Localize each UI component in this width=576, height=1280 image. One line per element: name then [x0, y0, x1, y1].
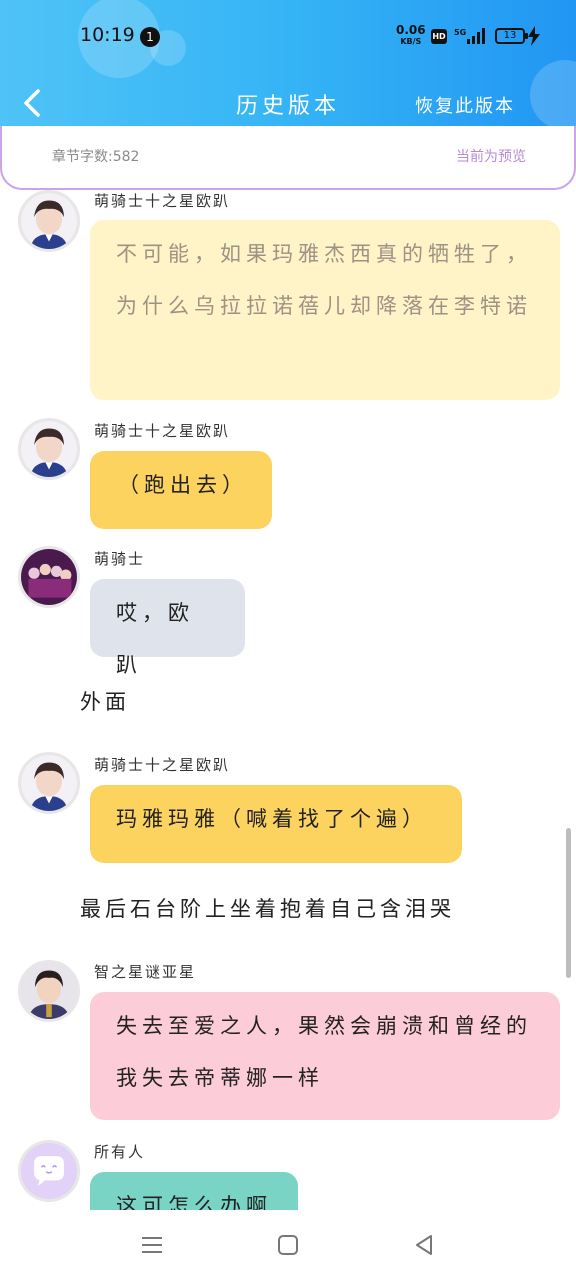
message-bubble[interactable]: 不可能，如果玛雅杰西真的牺牲了，为什么乌拉拉诺蓓儿却降落在李特诺 [90, 220, 560, 400]
app-header: 10:19 1 0.06 KB/S HD 5G 13 历史版本 恢复此版本 [0, 0, 576, 134]
hd-icon: HD [431, 29, 447, 44]
back-triangle-icon[interactable] [409, 1230, 439, 1260]
system-nav-bar [0, 1210, 576, 1280]
network-speed-unit: KB/S [400, 37, 422, 46]
sender-name: 萌骑士十之星欧趴 [94, 422, 231, 440]
avatar[interactable] [18, 1140, 80, 1202]
network-speed: 0.06 KB/S [396, 23, 426, 47]
preview-label: 当前为预览 [456, 149, 526, 165]
charging-icon [528, 26, 540, 46]
sender-name: 萌骑士 [94, 550, 146, 568]
status-time: 10:19 [80, 24, 135, 46]
narration-text: 最后石台阶上坐着抱着自己含泪哭 [80, 897, 455, 921]
message-bubble[interactable]: 玛雅玛雅（喊着找了个遍） [90, 785, 462, 863]
battery-icon: 13 [495, 28, 528, 44]
chat-list[interactable]: 萌骑士十之星欧趴 不可能，如果玛雅杰西真的牺牲了，为什么乌拉拉诺蓓儿却降落在李特… [0, 190, 576, 1210]
character-portrait-icon [21, 193, 77, 249]
avatar[interactable] [18, 546, 80, 608]
signal-label: 5G [454, 28, 466, 37]
narration-text: 外面 [80, 690, 130, 714]
avatar[interactable] [18, 418, 80, 480]
chat-bubble-icon [21, 1143, 77, 1199]
home-icon[interactable] [273, 1230, 303, 1260]
avatar[interactable] [18, 190, 80, 252]
word-count: 章节字数:582 [52, 149, 140, 165]
message-bubble[interactable]: 这可怎么办啊 [90, 1172, 298, 1210]
message-bubble[interactable]: 哎，欧趴 [90, 579, 245, 677]
page-title: 历史版本 [236, 94, 341, 119]
message-bubble[interactable]: （跑出去） [90, 451, 272, 529]
avatar[interactable] [18, 960, 80, 1022]
back-icon[interactable] [18, 86, 48, 120]
group-photo-icon [21, 549, 77, 605]
restore-version-button[interactable]: 恢复此版本 [415, 92, 515, 118]
menu-icon[interactable] [137, 1230, 167, 1260]
message-bubble[interactable]: 失去至爱之人，果然会崩溃和曾经的我失去帝蒂娜一样 [90, 992, 560, 1120]
character-portrait-icon [21, 421, 77, 477]
chapter-info-bar: 章节字数:582 当前为预览 [0, 126, 576, 190]
sender-name: 所有人 [94, 1143, 146, 1161]
signal-icon: 5G [454, 28, 485, 44]
sender-name: 萌骑士十之星欧趴 [94, 756, 231, 774]
nav-bar: 历史版本 恢复此版本 [0, 72, 576, 134]
notification-badge: 1 [140, 27, 160, 47]
network-speed-value: 0.06 [396, 23, 426, 37]
scrollbar[interactable] [566, 828, 571, 978]
avatar[interactable] [18, 752, 80, 814]
character-portrait-icon [21, 963, 77, 1019]
character-portrait-icon [21, 755, 77, 811]
sender-name: 萌骑士十之星欧趴 [94, 192, 231, 210]
status-bar: 10:19 1 0.06 KB/S HD 5G 13 [0, 0, 576, 72]
sender-name: 智之星谜亚星 [94, 963, 197, 981]
